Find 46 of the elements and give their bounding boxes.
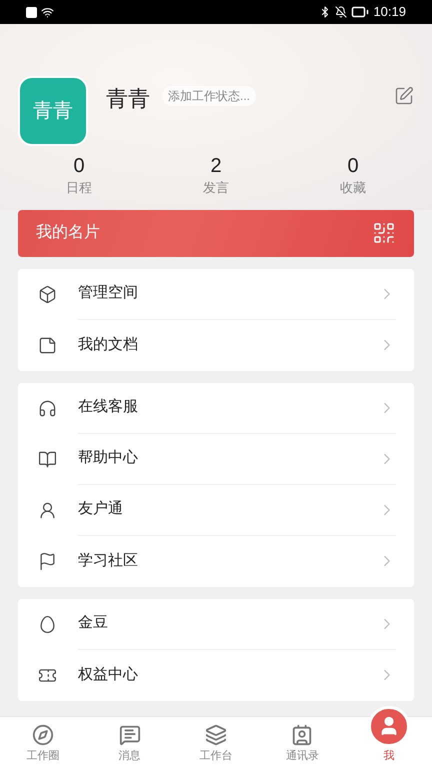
menu-label: 我的文档 xyxy=(78,334,138,355)
tab[interactable]: 通讯录 xyxy=(259,706,346,768)
menu-item[interactable]: 学习社区 xyxy=(18,536,414,586)
bell-off-icon xyxy=(335,6,348,18)
stat-value: 0 xyxy=(347,154,359,178)
alert-icon xyxy=(26,6,37,18)
menu-label: 帮助中心 xyxy=(78,448,138,468)
menu-item[interactable]: 权益中心 xyxy=(18,650,414,700)
tab[interactable]: 工作圈 xyxy=(0,706,86,768)
stat-label: 发言 xyxy=(203,179,229,197)
stat-label: 日程 xyxy=(66,179,92,197)
contacts-icon xyxy=(291,724,314,746)
compass-icon xyxy=(32,724,54,746)
banner-label: 我的名片 xyxy=(36,222,100,243)
person-icon xyxy=(38,500,57,520)
menu-label: 在线客服 xyxy=(78,397,138,418)
menu-label: 学习社区 xyxy=(78,550,138,571)
menu-label: 金豆 xyxy=(78,613,108,634)
menu-item[interactable]: 我的文档 xyxy=(18,320,414,370)
book-icon xyxy=(38,450,57,468)
menu-item[interactable]: 友户通 xyxy=(18,484,414,536)
edit-icon[interactable] xyxy=(394,86,414,106)
flag-icon xyxy=(38,552,57,570)
stat-label: 收藏 xyxy=(340,179,366,197)
menu-label: 友户通 xyxy=(78,499,123,520)
chat-icon xyxy=(118,724,141,746)
menu-label: 管理空间 xyxy=(78,283,138,304)
document-icon xyxy=(38,336,57,354)
stat-value: 0 xyxy=(73,154,85,178)
menu-item[interactable]: 在线客服 xyxy=(18,382,414,434)
menu-item[interactable]: 管理空间 xyxy=(18,268,414,320)
menu-label: 权益中心 xyxy=(78,664,138,685)
stat-value: 2 xyxy=(210,154,222,178)
qr-code-icon[interactable] xyxy=(372,221,396,245)
menu-item[interactable]: 帮助中心 xyxy=(18,434,414,484)
business-card-banner[interactable]: 我的名片 xyxy=(18,210,414,256)
tab[interactable]: 工作台 xyxy=(172,706,260,768)
menu-item[interactable]: 金豆 xyxy=(18,598,414,650)
user-name: 青青 xyxy=(106,85,150,113)
cube-icon xyxy=(38,284,57,304)
bean-icon xyxy=(38,614,57,634)
wifi-icon xyxy=(41,6,54,18)
clock: 10:19 xyxy=(373,3,406,22)
layers-icon xyxy=(205,724,228,746)
headset-icon xyxy=(38,398,57,418)
tab[interactable]: 消息 xyxy=(86,706,173,768)
